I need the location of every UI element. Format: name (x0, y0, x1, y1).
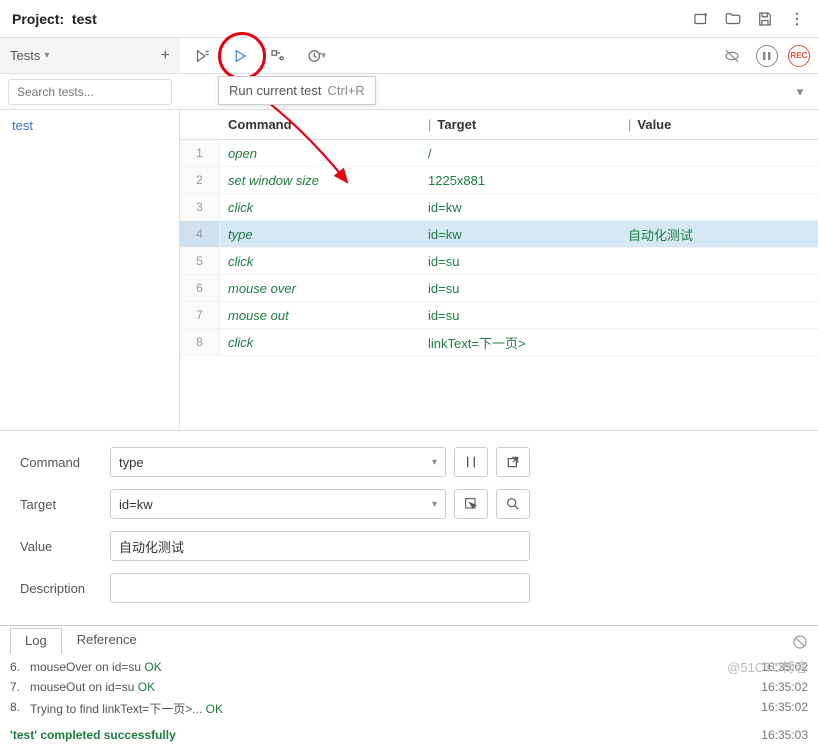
disable-breakpoints-icon[interactable] (718, 42, 746, 70)
find-target-button[interactable] (496, 489, 530, 519)
column-command: Command (220, 117, 420, 132)
row-command: click (220, 254, 420, 269)
commands-table-header: Command |Target |Value (180, 110, 818, 140)
description-input[interactable] (110, 573, 530, 603)
more-menu-icon[interactable] (788, 10, 806, 28)
row-target: / (420, 146, 620, 161)
table-row[interactable]: 2set window size1225x881 (180, 167, 818, 194)
row-number: 7 (180, 302, 220, 328)
target-select[interactable]: id=kw▾ (110, 489, 446, 519)
row-target: 1225x881 (420, 173, 620, 188)
column-value: |Value (620, 117, 818, 132)
select-target-button[interactable] (454, 489, 488, 519)
row-number: 4 (180, 221, 220, 247)
sidebar-item-test[interactable]: test (0, 110, 179, 141)
chevron-down-icon[interactable]: ▾ (790, 82, 810, 102)
row-number: 6 (180, 275, 220, 301)
row-number: 8 (180, 329, 220, 355)
row-value: 自动化测试 (620, 225, 818, 244)
value-input[interactable]: 自动化测试 (110, 531, 530, 561)
table-row[interactable]: 3clickid=kw (180, 194, 818, 221)
table-row[interactable]: 8clicklinkText=下一页> (180, 329, 818, 356)
table-row[interactable]: 5clickid=su (180, 248, 818, 275)
row-command: open (220, 146, 420, 161)
log-tabs: Log Reference (0, 625, 818, 653)
table-row[interactable]: 7mouse outid=su (180, 302, 818, 329)
row-target: id=kw (420, 200, 620, 215)
commands-table-body: 1open/2set window size1225x8813clickid=k… (180, 140, 818, 430)
clear-log-icon[interactable] (792, 634, 808, 653)
new-project-icon[interactable] (692, 10, 710, 28)
row-target: id=su (420, 308, 620, 323)
speed-button[interactable]: ▾ (302, 42, 330, 70)
row-command: click (220, 335, 420, 350)
step-over-button[interactable] (264, 42, 292, 70)
row-command: type (220, 227, 420, 242)
toggle-command-button[interactable] (454, 447, 488, 477)
row-target: id=su (420, 254, 620, 269)
row-target: linkText=下一页> (420, 333, 620, 352)
pause-on-exception-button[interactable] (756, 45, 778, 67)
log-line: 6.mouseOver on id=su OK16:35:02 (10, 657, 808, 677)
log-output: 6.mouseOver on id=su OK16:35:027.mouseOu… (0, 653, 818, 724)
table-row[interactable]: 1open/ (180, 140, 818, 167)
run-current-test-button[interactable]: Run current testCtrl+R (226, 42, 254, 70)
toolbar: Run current testCtrl+R ▾ REC (180, 38, 818, 73)
command-editor: Command type▾ Target id=kw▾ Value 自动化测试 … (0, 430, 818, 625)
log-line: 8.Trying to find linkText=下一页>... OK16:3… (10, 697, 808, 720)
command-select[interactable]: type▾ (110, 447, 446, 477)
run-tooltip: Run current testCtrl+R (218, 76, 376, 105)
add-test-button[interactable]: + (161, 47, 170, 65)
tests-sidebar: test (0, 110, 180, 430)
table-row[interactable]: 4typeid=kw自动化测试 (180, 221, 818, 248)
editor-command-label: Command (20, 455, 110, 470)
row-command: set window size (220, 173, 420, 188)
open-new-window-button[interactable] (496, 447, 530, 477)
save-project-icon[interactable] (756, 10, 774, 28)
row-number: 2 (180, 167, 220, 193)
record-button[interactable]: REC (788, 45, 810, 67)
project-label: Project: test (12, 11, 97, 27)
row-number: 3 (180, 194, 220, 220)
row-command: mouse over (220, 281, 420, 296)
tab-log[interactable]: Log (10, 628, 62, 654)
tests-label: Tests (10, 48, 40, 63)
run-all-tests-button[interactable] (188, 42, 216, 70)
editor-value-label: Value (20, 539, 110, 554)
log-line: 7.mouseOut on id=su OK16:35:02 (10, 677, 808, 697)
open-project-icon[interactable] (724, 10, 742, 28)
search-input[interactable] (8, 79, 172, 105)
tab-reference[interactable]: Reference (62, 627, 152, 653)
column-target: |Target (420, 117, 620, 132)
editor-description-label: Description (20, 581, 110, 596)
row-target: id=su (420, 281, 620, 296)
header-bar: Project: test (0, 0, 818, 38)
editor-target-label: Target (20, 497, 110, 512)
row-number: 1 (180, 140, 220, 166)
chevron-down-icon: ▾ (44, 50, 49, 61)
row-target: id=kw (420, 227, 620, 242)
table-row[interactable]: 6mouse overid=su (180, 275, 818, 302)
row-number: 5 (180, 248, 220, 274)
row-command: mouse out (220, 308, 420, 323)
tests-panel-header[interactable]: Tests ▾ + (0, 38, 180, 73)
row-command: click (220, 200, 420, 215)
search-tests-box (0, 74, 180, 109)
log-footer: 'test' completed successfully16:35:03 (0, 724, 818, 746)
